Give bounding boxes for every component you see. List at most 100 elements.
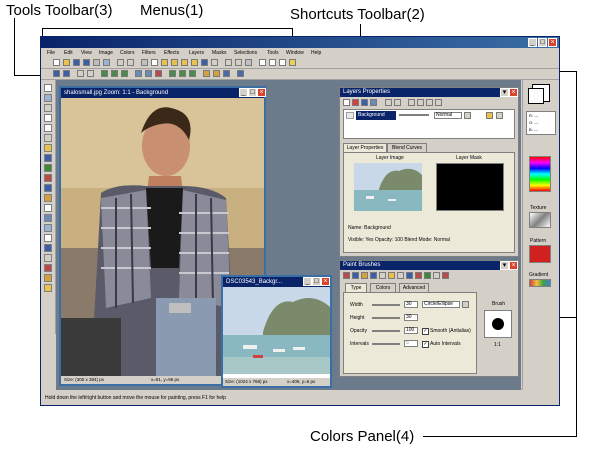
- histogram-icon[interactable]: [259, 59, 266, 66]
- layer-settings-icon[interactable]: [385, 99, 392, 106]
- pen-tool-icon[interactable]: [44, 164, 52, 172]
- swap-horizontal-icon[interactable]: [77, 70, 84, 77]
- intervals-slider[interactable]: [372, 343, 400, 345]
- image-c-icon[interactable]: [121, 70, 128, 77]
- menu-window[interactable]: Window: [286, 50, 304, 56]
- doc2-minimize-button[interactable]: _: [303, 277, 312, 286]
- menu-edit[interactable]: Edit: [64, 50, 73, 56]
- rect-select-tool-icon[interactable]: [44, 114, 52, 122]
- doc-close-button[interactable]: ×: [257, 88, 266, 97]
- second-document-window[interactable]: DSC03543_Backgr... _ □ × Size: (1024 x 7…: [221, 275, 332, 388]
- layer-link-icon[interactable]: [496, 112, 503, 119]
- minimize-button[interactable]: _: [528, 38, 537, 47]
- save-all-icon[interactable]: [83, 59, 90, 66]
- brush-tool-c-icon[interactable]: [361, 272, 368, 279]
- layer-lock-icon[interactable]: [486, 112, 493, 119]
- brush-tool-g-icon[interactable]: [397, 272, 404, 279]
- opacity-brush-slider[interactable]: [372, 330, 400, 332]
- pattern-swatch[interactable]: [529, 245, 551, 263]
- blend-dropdown-icon[interactable]: [464, 112, 471, 119]
- open-folder-icon[interactable]: [63, 59, 70, 66]
- paste-selection-icon[interactable]: [191, 59, 198, 66]
- texture-swatch[interactable]: [529, 212, 551, 228]
- brush-tool-k-icon[interactable]: [433, 272, 440, 279]
- eyedropper-tool-icon[interactable]: [44, 264, 52, 272]
- print-icon[interactable]: [93, 59, 100, 66]
- layer-mask-icon[interactable]: [394, 99, 401, 106]
- image-b-icon[interactable]: [111, 70, 118, 77]
- height-slider[interactable]: [372, 317, 400, 319]
- lasso-tool-icon[interactable]: [44, 134, 52, 142]
- blend-mode-select[interactable]: Normal: [434, 112, 462, 119]
- menu-file[interactable]: File: [47, 50, 55, 56]
- image-f-icon[interactable]: [155, 70, 162, 77]
- brush-tool-j-icon[interactable]: [424, 272, 431, 279]
- gradient-swatch[interactable]: [529, 279, 551, 287]
- resize-icon[interactable]: [211, 59, 218, 66]
- menu-masks[interactable]: Masks: [212, 50, 226, 56]
- menu-view[interactable]: View: [81, 50, 92, 56]
- redo-icon[interactable]: [127, 59, 134, 66]
- line-tool-icon[interactable]: [44, 254, 52, 262]
- scan-icon[interactable]: [103, 59, 110, 66]
- foreground-color-swatch[interactable]: [528, 88, 544, 104]
- maximize-button[interactable]: □: [538, 38, 547, 47]
- brush-tool-d-icon[interactable]: [370, 272, 377, 279]
- tab-blend-curves[interactable]: Blend Curves: [387, 143, 427, 152]
- image-k-icon[interactable]: [213, 70, 220, 77]
- smooth-checkbox[interactable]: ✓: [422, 328, 429, 335]
- tile-icon[interactable]: [279, 59, 286, 66]
- height-input[interactable]: 30: [404, 314, 418, 321]
- shape-tool-icon[interactable]: [44, 244, 52, 252]
- duplicate-layer-icon[interactable]: [361, 99, 368, 106]
- image-d-icon[interactable]: [135, 70, 142, 77]
- image-g-icon[interactable]: [169, 70, 176, 77]
- rotate-icon[interactable]: [225, 59, 232, 66]
- gradient-tool-icon[interactable]: [44, 224, 52, 232]
- doc-minimize-button[interactable]: _: [239, 88, 248, 97]
- brushes-panel-menu-button[interactable]: ▾: [500, 261, 509, 270]
- move-tool-icon[interactable]: [44, 104, 52, 112]
- image-e-icon[interactable]: [145, 70, 152, 77]
- color-spectrum[interactable]: [529, 156, 551, 192]
- layers-panel-menu-button[interactable]: ▾: [500, 88, 509, 97]
- layer-icon[interactable]: [245, 59, 252, 66]
- tab-advanced[interactable]: Advanced: [399, 283, 429, 292]
- doc2-maximize-button[interactable]: □: [312, 277, 321, 286]
- brush-tool-l-icon[interactable]: [442, 272, 449, 279]
- layer-row-background[interactable]: Background: [356, 111, 396, 120]
- image-m-icon[interactable]: [237, 70, 244, 77]
- image-j-icon[interactable]: [203, 70, 210, 77]
- brushes-panel-close-button[interactable]: ×: [509, 261, 518, 270]
- shape-dropdown-icon[interactable]: [462, 301, 469, 308]
- intervals-input[interactable]: 5: [404, 340, 418, 347]
- width-input[interactable]: 30: [404, 301, 418, 308]
- layer-visibility-icon[interactable]: [346, 112, 354, 119]
- pointer-tool-icon[interactable]: [44, 84, 52, 92]
- fill-tool-icon[interactable]: [44, 214, 52, 222]
- image-l-icon[interactable]: [223, 70, 230, 77]
- image-h-icon[interactable]: [179, 70, 186, 77]
- layer-down-icon[interactable]: [408, 99, 415, 106]
- image-i-icon[interactable]: [189, 70, 196, 77]
- brush-tool-i-icon[interactable]: [415, 272, 422, 279]
- menu-filters[interactable]: Filters: [142, 50, 156, 56]
- layers-panel-close-button[interactable]: ×: [509, 88, 518, 97]
- brush-tool-a-icon[interactable]: [343, 272, 350, 279]
- layer-top-icon[interactable]: [426, 99, 433, 106]
- crop-tool-icon[interactable]: [44, 154, 52, 162]
- save-icon[interactable]: [73, 59, 80, 66]
- image-a-icon[interactable]: [101, 70, 108, 77]
- tab-layer-properties[interactable]: Layer Properties: [343, 143, 387, 152]
- paste-new-icon[interactable]: [171, 59, 178, 66]
- magic-wand-tool-icon[interactable]: [44, 144, 52, 152]
- copy-icon[interactable]: [151, 59, 158, 66]
- menu-tools[interactable]: Tools: [267, 50, 279, 56]
- layer-up-icon[interactable]: [417, 99, 424, 106]
- close-button[interactable]: ×: [548, 38, 557, 47]
- clone-tool-icon[interactable]: [44, 194, 52, 202]
- shape-select[interactable]: Circle/Ellipse: [422, 301, 460, 308]
- delete-layer-icon[interactable]: [352, 99, 359, 106]
- hand-tool-icon[interactable]: [44, 284, 52, 292]
- menu-help[interactable]: Help: [311, 50, 321, 56]
